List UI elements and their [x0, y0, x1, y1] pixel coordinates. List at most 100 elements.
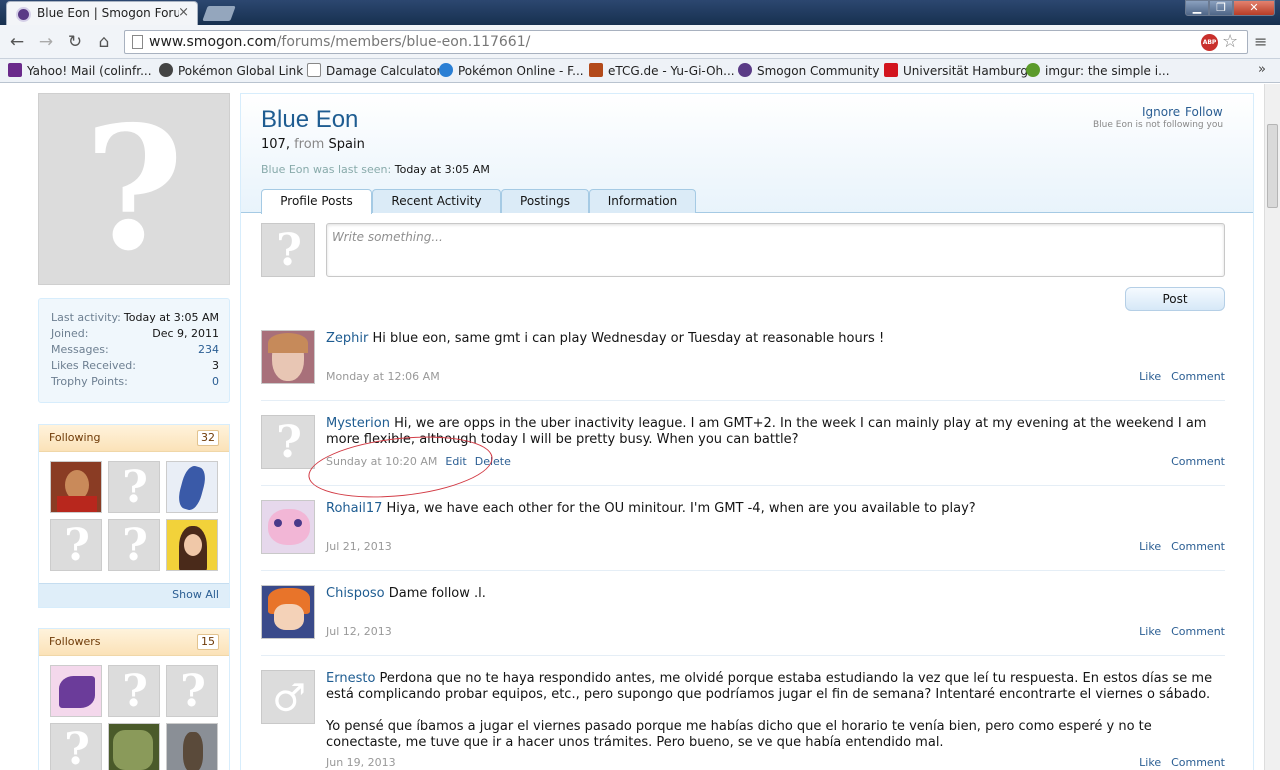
home-icon[interactable]: ⌂: [94, 31, 114, 53]
following-avatar[interactable]: [166, 519, 218, 571]
address-bar[interactable]: www.smogon.com/forums/members/blue-eon.1…: [124, 30, 1248, 54]
like-link[interactable]: Like: [1139, 756, 1161, 769]
post-avatar[interactable]: [261, 500, 315, 554]
following-avatar[interactable]: ?: [108, 519, 160, 571]
tab-recent-activity[interactable]: Recent Activity: [372, 189, 501, 213]
bookmarks-overflow-icon[interactable]: »: [1258, 62, 1266, 77]
follower-avatar[interactable]: [166, 723, 218, 770]
window-titlebar: Blue Eon | Smogon Forum × ▁ ❐ ✕: [0, 0, 1280, 25]
post-actions: Comment: [1161, 455, 1225, 468]
followers-header[interactable]: Followers 15: [39, 629, 229, 656]
comment-link[interactable]: Comment: [1171, 625, 1225, 638]
bookmark-item[interactable]: Universität Hamburg: [884, 62, 1028, 80]
tab-title: Blue Eon | Smogon Forum: [37, 6, 179, 20]
minimize-button[interactable]: ▁: [1185, 0, 1209, 16]
bookmark-item[interactable]: eTCG.de - Yu-Gi-Oh...: [589, 62, 735, 80]
following-avatar[interactable]: ?: [50, 519, 102, 571]
reload-icon[interactable]: ↻: [65, 31, 85, 53]
followers-block: Followers 15 ? ? ?: [38, 628, 230, 770]
post-author[interactable]: Chisposo: [326, 586, 385, 601]
follower-avatar[interactable]: ?: [166, 665, 218, 717]
stat-last-activity: Last activity: Today at 3:05 AM: [51, 311, 219, 324]
last-seen: Blue Eon was last seen: Today at 3:05 AM: [261, 163, 490, 176]
post-author[interactable]: Rohail17: [326, 501, 382, 516]
post-avatar[interactable]: [261, 585, 315, 639]
post-time[interactable]: Jul 12, 2013: [326, 625, 392, 638]
window-close-button[interactable]: ✕: [1233, 0, 1275, 16]
post-time[interactable]: Jul 21, 2013: [326, 540, 392, 553]
bookmarks-bar: Yahoo! Mail (colinfr... Pokémon Global L…: [0, 59, 1280, 83]
like-link[interactable]: Like: [1139, 625, 1161, 638]
profile-post: Rohail17 Hiya, we have each other for th…: [261, 500, 1225, 571]
follower-avatar[interactable]: ?: [108, 665, 160, 717]
profile-post-input[interactable]: Write something...: [326, 223, 1225, 277]
following-avatar[interactable]: [166, 461, 218, 513]
bookmark-item[interactable]: imgur: the simple i...: [1026, 62, 1170, 80]
maximize-button[interactable]: ❐: [1209, 0, 1233, 16]
pokemon-online-icon: [439, 63, 453, 77]
post-time[interactable]: Monday at 12:06 AM: [326, 370, 440, 383]
page-scrollbar[interactable]: [1264, 84, 1280, 770]
smogon-favicon-icon: [16, 7, 31, 22]
tab-profile-posts[interactable]: Profile Posts: [261, 189, 372, 214]
profile-main: Blue Eon 107, from Spain Blue Eon was la…: [240, 93, 1254, 770]
adblock-icon[interactable]: ABP: [1201, 34, 1218, 51]
post-author[interactable]: Mysterion: [326, 416, 390, 431]
bookmark-item[interactable]: Smogon Community: [738, 62, 879, 80]
smogon-icon: [738, 63, 752, 77]
stat-joined: Joined: Dec 9, 2011: [51, 327, 219, 340]
tab-close-icon[interactable]: ×: [178, 5, 189, 20]
post-body: Rohail17 Hiya, we have each other for th…: [326, 501, 976, 516]
post-avatar[interactable]: [261, 330, 315, 384]
post-button[interactable]: Post: [1125, 287, 1225, 311]
scrollbar-thumb[interactable]: [1267, 124, 1278, 208]
bookmark-item[interactable]: Damage Calculator: [307, 62, 441, 80]
follower-avatar[interactable]: ?: [50, 723, 102, 770]
location-link[interactable]: Spain: [329, 137, 365, 152]
back-icon[interactable]: ←: [7, 31, 27, 53]
ignore-link[interactable]: Ignore: [1142, 105, 1180, 119]
browser-menu-icon[interactable]: ≡: [1254, 32, 1267, 51]
member-stats: Last activity: Today at 3:05 AM Joined: De…: [38, 298, 230, 403]
comment-link[interactable]: Comment: [1171, 540, 1225, 553]
post-actions: Like Comment: [1129, 756, 1225, 769]
post-avatar[interactable]: ?: [261, 415, 315, 469]
bookmark-item[interactable]: Pokémon Online - F...: [439, 62, 584, 80]
post-actions: Like Comment: [1129, 540, 1225, 553]
tab-information[interactable]: Information: [589, 189, 696, 213]
comment-link[interactable]: Comment: [1171, 756, 1225, 769]
post-author[interactable]: Zephir: [326, 331, 368, 346]
profile-username: Blue Eon: [261, 106, 359, 133]
browser-tab[interactable]: Blue Eon | Smogon Forum ×: [6, 1, 198, 25]
like-link[interactable]: Like: [1139, 370, 1161, 383]
stat-trophy-points: Trophy Points: 0: [51, 375, 219, 388]
follow-link[interactable]: Follow: [1185, 105, 1223, 119]
comment-link[interactable]: Comment: [1171, 455, 1225, 468]
follower-avatar[interactable]: [108, 723, 160, 770]
like-link[interactable]: Like: [1139, 540, 1161, 553]
post-avatar[interactable]: ♂: [261, 670, 315, 724]
bookmark-item[interactable]: Pokémon Global Link: [159, 62, 303, 80]
following-header[interactable]: Following 32: [39, 425, 229, 452]
page-content: ? Last activity: Today at 3:05 AM Joined:…: [0, 84, 1264, 770]
profile-avatar[interactable]: ?: [38, 93, 230, 285]
bookmark-star-icon[interactable]: ☆: [1222, 31, 1238, 52]
profile-header: Blue Eon 107, from Spain Blue Eon was la…: [241, 94, 1253, 214]
tab-postings[interactable]: Postings: [501, 189, 589, 213]
composer-avatar[interactable]: ?: [261, 223, 315, 277]
page-icon: [307, 63, 321, 77]
comment-link[interactable]: Comment: [1171, 370, 1225, 383]
show-all-link[interactable]: Show All: [39, 583, 229, 607]
browser-toolbar: ← → ↻ ⌂ www.smogon.com/forums/members/bl…: [0, 25, 1280, 59]
bookmark-item[interactable]: Yahoo! Mail (colinfr...: [8, 62, 152, 80]
following-avatar[interactable]: [50, 461, 102, 513]
url-text[interactable]: www.smogon.com/forums/members/blue-eon.1…: [149, 34, 530, 50]
following-block: Following 32 ? ? ? Show All: [38, 424, 230, 608]
following-avatar[interactable]: ?: [108, 461, 160, 513]
follower-avatar[interactable]: [50, 665, 102, 717]
post-time[interactable]: Jun 19, 2013: [326, 756, 396, 769]
new-tab-button[interactable]: [202, 6, 236, 21]
forward-icon[interactable]: →: [36, 31, 56, 53]
post-body: Zephir Hi blue eon, same gmt i can play …: [326, 331, 885, 346]
post-author[interactable]: Ernesto: [326, 671, 375, 686]
